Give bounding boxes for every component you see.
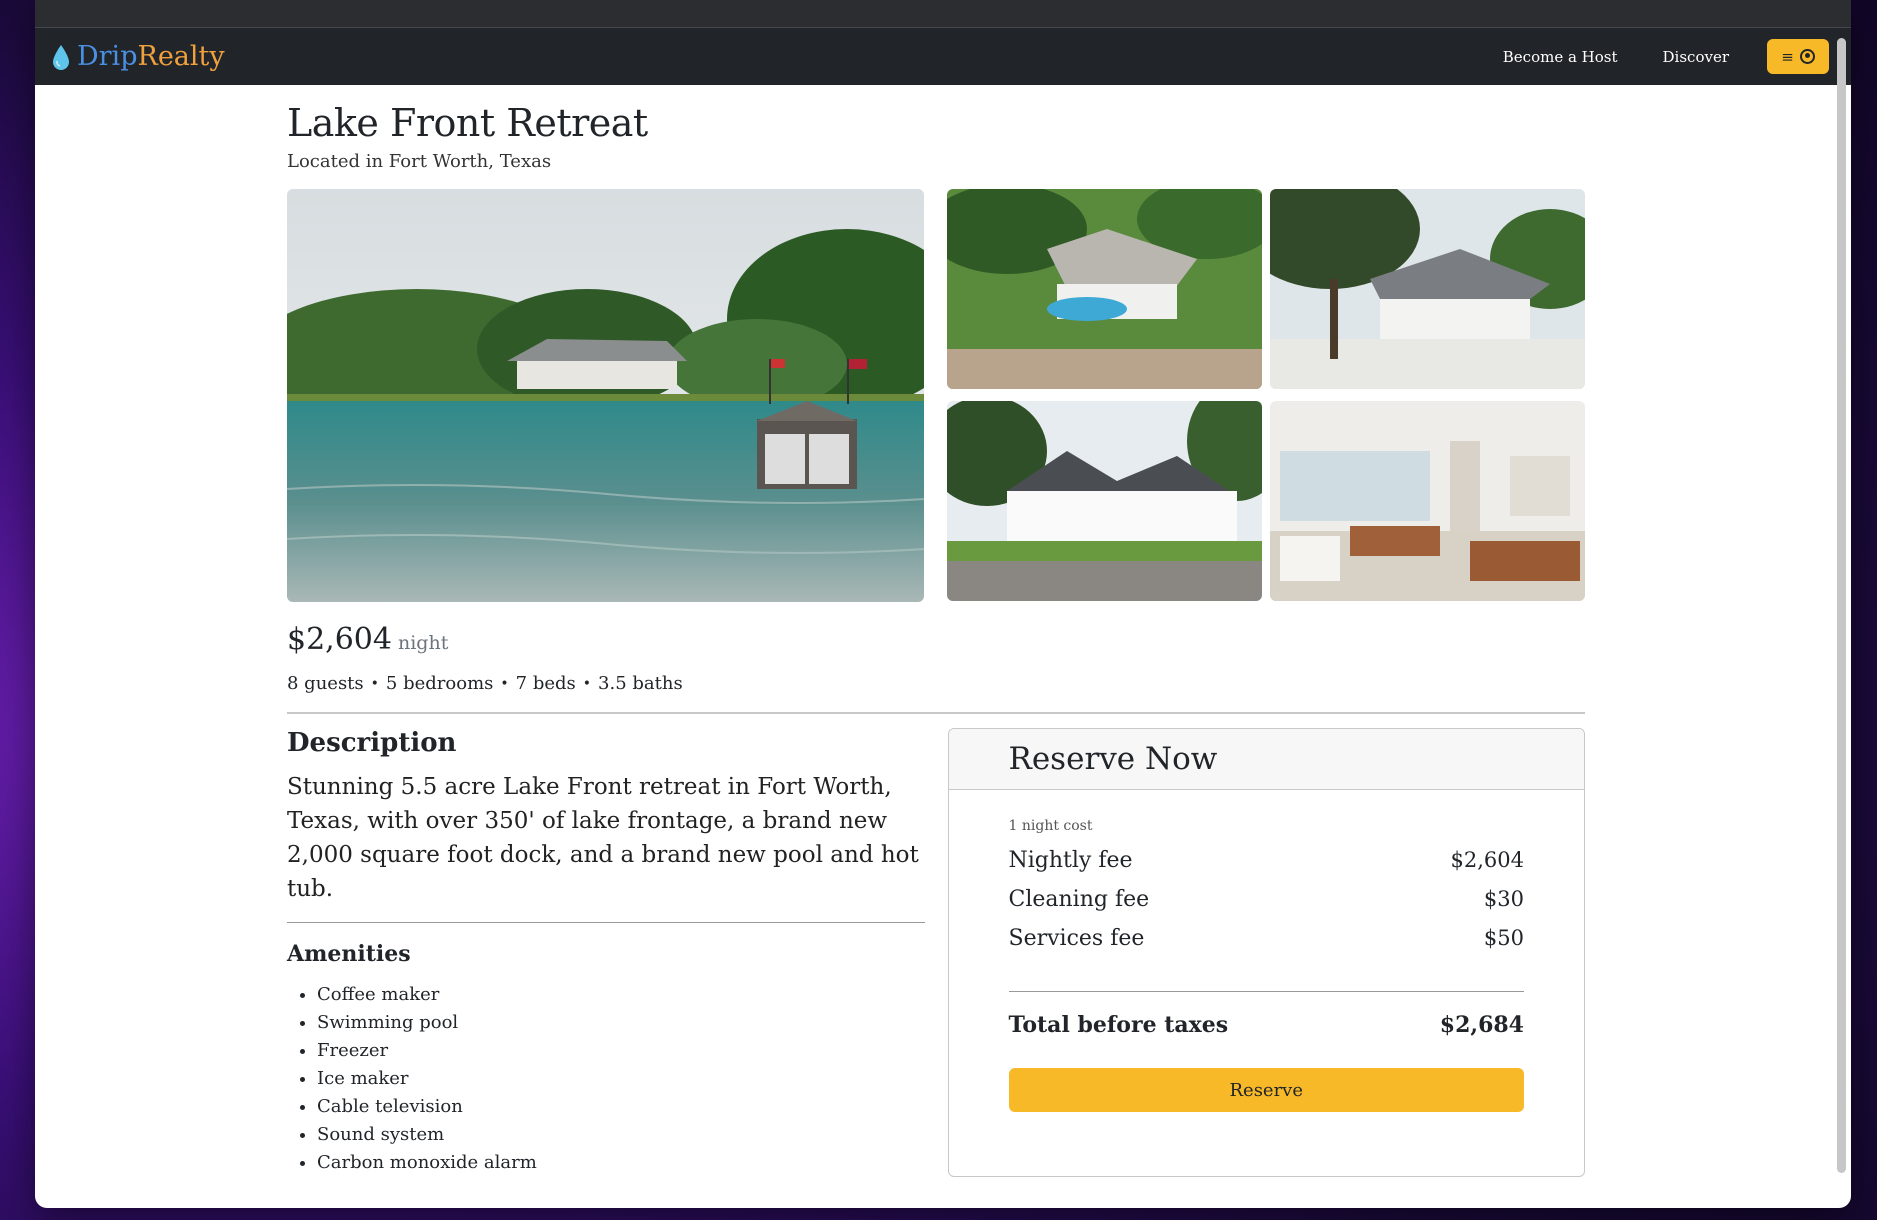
fee-row-services: Services fee $50 — [1009, 926, 1525, 951]
scrollbar[interactable] — [1837, 38, 1846, 1173]
brand-name-part1: Drip — [77, 41, 138, 72]
photo-living-room[interactable] — [1270, 401, 1585, 601]
total-value: $2,684 — [1439, 1012, 1524, 1038]
listing-title: Lake Front Retreat — [287, 101, 648, 145]
amenity-item: Coffee maker — [317, 981, 925, 1009]
photo-pool-aerial[interactable] — [947, 189, 1262, 389]
browser-window: Drip Realty Become a Host Discover ≡ Lake… — [35, 0, 1851, 1208]
divider — [1008, 991, 1524, 992]
total-label: Total before taxes — [1008, 1012, 1229, 1038]
nav-link-become-host[interactable]: Become a Host — [1503, 48, 1618, 66]
listing-content: Lake Front Retreat Located in Fort Worth… — [287, 85, 1585, 1177]
window-top-bar — [35, 0, 1851, 28]
divider — [287, 712, 1585, 714]
amenity-item: Cable television — [317, 1093, 925, 1121]
fee-value: $30 — [1483, 887, 1524, 911]
fee-row-nightly: Nightly fee $2,604 — [1009, 848, 1525, 873]
amenity-item: Carbon monoxide alarm — [317, 1149, 925, 1177]
photo-grid — [947, 189, 1585, 602]
nav-link-discover[interactable]: Discover — [1663, 48, 1729, 66]
description-column: Description Stunning 5.5 acre Lake Front… — [287, 728, 925, 1177]
fee-label: Cleaning fee — [1008, 887, 1150, 912]
user-menu-button[interactable]: ≡ — [1767, 39, 1829, 74]
details-section: Description Stunning 5.5 acre Lake Front… — [287, 728, 1585, 1177]
reserve-card: Reserve Now 1 night cost Nightly fee $2,… — [947, 728, 1585, 1177]
photo-gallery — [287, 189, 1585, 602]
separator-dot: • — [500, 675, 509, 692]
separator-dot: • — [582, 675, 592, 692]
reserve-card-body: 1 night cost Nightly fee $2,604 Cleaning… — [949, 790, 1585, 1154]
divider — [287, 922, 925, 923]
nav-links: Become a Host Discover ≡ — [1458, 39, 1829, 74]
amenity-item: Freezer — [317, 1037, 925, 1065]
listing-location: Located in Fort Worth, Texas — [287, 151, 552, 172]
price-unit: night — [397, 632, 449, 654]
hamburger-icon: ≡ — [1781, 47, 1794, 66]
separator-dot: • — [370, 675, 379, 692]
amenity-item: Swimming pool — [317, 1009, 925, 1037]
amenities-heading: Amenities — [287, 941, 411, 967]
description-heading: Description — [287, 728, 457, 758]
stat-baths: 3.5 baths — [598, 673, 683, 694]
amenities-list: Coffee maker Swimming pool Freezer Ice m… — [287, 981, 925, 1177]
stat-beds: 7 beds — [515, 673, 576, 694]
user-circle-icon — [1799, 49, 1815, 64]
navbar: Drip Realty Become a Host Discover ≡ — [35, 28, 1851, 85]
description-text: Stunning 5.5 acre Lake Front retreat in … — [287, 774, 919, 902]
listing-stats: 8 guests • 5 bedrooms • 7 beds • 3.5 bat… — [287, 673, 1585, 694]
fee-label: Services fee — [1008, 926, 1145, 951]
brand-logo[interactable]: Drip Realty — [51, 41, 225, 72]
fee-value: $50 — [1483, 926, 1524, 950]
total-row: Total before taxes $2,684 — [1009, 1012, 1525, 1038]
photo-patio-exterior[interactable] — [1270, 189, 1585, 389]
reserve-heading: Reserve Now — [948, 729, 1584, 790]
brand-name-part2: Realty — [137, 41, 225, 72]
stat-bedrooms: 5 bedrooms — [385, 673, 494, 694]
amenity-item: Ice maker — [317, 1065, 925, 1093]
main-photo-lake-house[interactable] — [287, 189, 924, 602]
amenity-item: Sound system — [317, 1121, 925, 1149]
photo-front-exterior[interactable] — [947, 401, 1262, 601]
reserve-button[interactable]: Reserve — [1008, 1068, 1524, 1112]
fee-label: Nightly fee — [1008, 848, 1133, 873]
stat-guests: 8 guests — [287, 673, 364, 694]
fee-row-cleaning: Cleaning fee $30 — [1009, 887, 1525, 912]
cost-label: 1 night cost — [1008, 818, 1093, 834]
nightly-price: $2,604 — [287, 622, 392, 657]
water-drop-icon — [53, 44, 69, 70]
price-row: $2,604 night — [287, 622, 1585, 657]
fee-value: $2,604 — [1450, 848, 1524, 872]
